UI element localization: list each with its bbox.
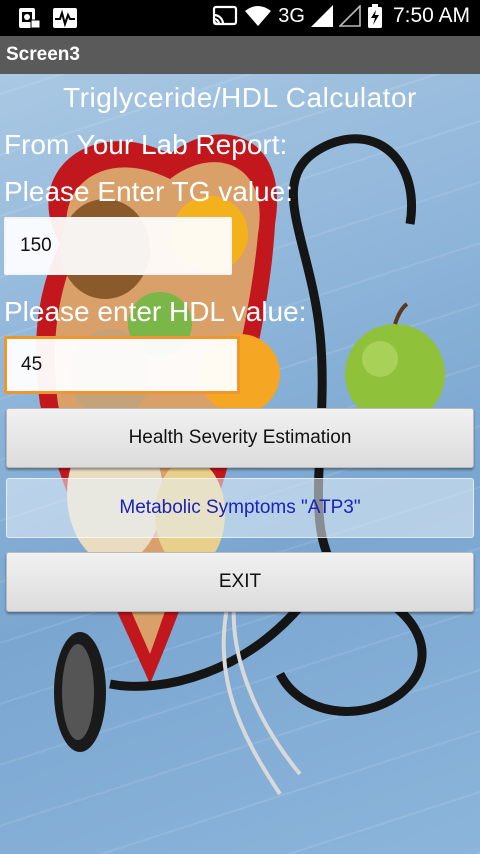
exit-button[interactable]: EXIT [6, 552, 474, 612]
wifi-icon [245, 6, 272, 26]
instruction-label: From Your Lab Report: [4, 129, 288, 160]
hdl-input-value: 45 [21, 354, 43, 375]
tg-label: Please Enter TG value: [4, 176, 293, 207]
hdl-input[interactable]: 45 [4, 336, 240, 394]
tg-input-value: 150 [20, 235, 52, 256]
tg-input[interactable]: 150 [4, 217, 232, 275]
exit-button-label: EXIT [218, 571, 262, 592]
title-bar: Screen3 [0, 36, 480, 74]
health-severity-button-label: Health Severity Estimation [128, 427, 352, 448]
hdl-label: Please enter HDL value: [4, 296, 307, 327]
signal-empty-icon [338, 5, 361, 27]
activity-icon [53, 8, 77, 28]
battery-charging-icon [367, 4, 382, 28]
screen-title: Screen3 [6, 44, 80, 65]
page-heading: Triglyceride/HDL Calculator [63, 82, 417, 113]
clock: 7:50 AM [392, 4, 470, 27]
metabolic-symptoms-button-label: Metabolic Symptoms "ATP3" [119, 497, 361, 518]
metabolic-symptoms-button[interactable]: Metabolic Symptoms "ATP3" [6, 478, 474, 538]
cast-icon [213, 5, 238, 26]
status-bar: 3G 7:50 AM [0, 0, 480, 36]
signal-icon [310, 5, 333, 27]
network-type: 3G [278, 4, 305, 27]
health-severity-button[interactable]: Health Severity Estimation [6, 408, 474, 468]
screenshot-icon [19, 8, 41, 29]
